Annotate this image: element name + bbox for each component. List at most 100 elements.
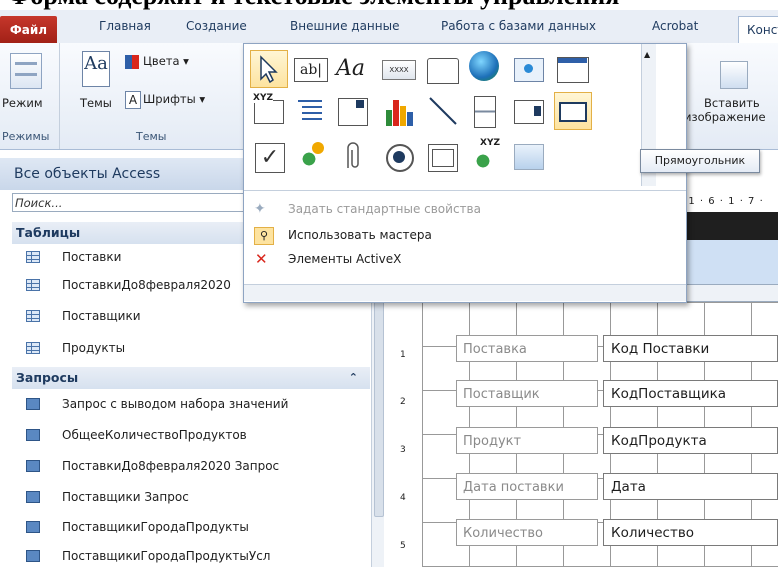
gallery-divider (244, 190, 686, 191)
option-button-icon[interactable] (380, 138, 418, 176)
nav-query-item[interactable]: ПоставкиДо8февраля2020 Запрос (12, 455, 370, 477)
toggle-button-icon[interactable] (466, 92, 504, 130)
insert-image-line1[interactable]: Вставить (704, 96, 760, 110)
nav-item-label: ПоставщикиГородаПродуктыУсл (62, 549, 271, 563)
field-label-product[interactable]: Продукт (456, 427, 598, 454)
caption-text: Форма содержит и текстовые элементы упра… (8, 0, 619, 10)
field-textbox-supplier-id[interactable]: КодПоставщика (603, 380, 778, 407)
image-control-icon[interactable] (510, 138, 548, 176)
menu-use-wizards[interactable]: Использовать мастера (288, 224, 432, 246)
web-browser-control-icon[interactable] (510, 50, 548, 88)
menu-activex-controls[interactable]: Элементы ActiveX (288, 248, 401, 270)
modes-group-label: Режимы (2, 130, 50, 143)
label-glyph: Aa (336, 56, 366, 81)
scrollbar-thumb[interactable] (374, 290, 384, 517)
rectangle-control-icon[interactable] (554, 92, 592, 130)
tab-acrobat[interactable]: Acrobat (652, 19, 698, 33)
wizard-icon: ⚲ (254, 227, 274, 245)
field-label-supply-date[interactable]: Дата поставки (456, 473, 598, 500)
combo-box-icon[interactable] (334, 92, 372, 130)
fonts-icon: A (125, 91, 141, 109)
tab-home[interactable]: Главная (99, 19, 151, 33)
field-textbox-supply-id[interactable]: Код Поставки (603, 335, 778, 362)
controls-gallery: ab| Aa XXXX XYZ ✓ XYZ ▲ ✦ Задать стандар… (243, 43, 687, 303)
table-icon (26, 310, 40, 322)
page-break-icon[interactable] (292, 92, 330, 130)
ruler-mark: 1 (400, 350, 406, 360)
ruler-mark: 4 (400, 493, 406, 503)
nav-query-item[interactable]: ПоставщикиГородаПродукты (12, 516, 370, 538)
attachment-paperclip-icon[interactable] (334, 138, 372, 176)
line-control-icon[interactable] (424, 92, 462, 130)
nav-query-item[interactable]: Поставщики Запрос (12, 486, 370, 508)
table-icon (26, 342, 40, 354)
left-ruler: 1 2 3 4 5 (398, 300, 423, 567)
nav-query-item[interactable]: Запрос с выводом набора значений (12, 393, 370, 415)
nav-query-item[interactable]: ПоставщикиГородаПродуктыУсл (12, 545, 370, 567)
query-icon (26, 521, 40, 533)
nav-item-label: Поставки (62, 250, 122, 264)
table-icon (26, 279, 40, 291)
subform-control-icon[interactable] (424, 138, 462, 176)
insert-image-icon[interactable] (720, 61, 748, 89)
field-textbox-date[interactable]: Дата (603, 473, 778, 500)
field-label-supplier[interactable]: Поставщик (456, 380, 598, 407)
tab-file[interactable]: Файл (0, 16, 57, 44)
themes-button[interactable]: Темы (80, 96, 112, 110)
tab-external-data[interactable]: Внешние данные (290, 19, 399, 33)
colors-button[interactable]: Цвета ▾ (143, 54, 189, 68)
nav-search-input[interactable]: Поиск... (12, 193, 247, 212)
scroll-up-icon[interactable]: ▲ (644, 50, 650, 59)
fonts-button[interactable]: Шрифты ▾ (143, 92, 205, 106)
checkbox-control-icon[interactable]: ✓ (250, 138, 288, 176)
tab-create[interactable]: Создание (186, 19, 247, 33)
option-group-icon[interactable]: XYZ (250, 92, 288, 130)
unbound-object-frame-icon[interactable] (292, 138, 330, 176)
nav-table-item[interactable]: Поставщики (12, 305, 370, 327)
button-glyph: XXXX (382, 60, 416, 80)
query-icon (26, 460, 40, 472)
themes-icon[interactable]: Aa (82, 51, 110, 87)
field-label-supply[interactable]: Поставка (456, 335, 598, 362)
tab-design[interactable]: Констр (738, 16, 778, 45)
nav-item-label: ПоставкиДо8февраля2020 (62, 278, 231, 292)
ruler-mark: 2 (400, 397, 406, 407)
colors-icon (125, 55, 139, 69)
hyperlink-globe-icon[interactable] (466, 48, 504, 86)
navigation-control-icon[interactable] (554, 50, 592, 88)
label-control-icon[interactable]: Aa (334, 50, 372, 88)
nav-section-queries[interactable]: Запросы ⌃ (12, 367, 370, 389)
list-box-icon[interactable] (510, 92, 548, 130)
nav-item-label: ПоставщикиГородаПродукты (62, 520, 249, 534)
query-icon (26, 398, 40, 410)
tab-control-icon[interactable] (424, 50, 462, 88)
collapse-chevron-icon[interactable]: ⌃ (349, 367, 358, 389)
view-mode-button[interactable]: Режим (2, 96, 43, 110)
field-textbox-quantity[interactable]: Количество (603, 519, 778, 546)
group-divider (59, 43, 60, 149)
bound-object-glyph: XYZ (480, 138, 500, 148)
field-label-quantity[interactable]: Количество (456, 519, 598, 546)
insert-image-line2[interactable]: изображение (684, 110, 766, 124)
nav-query-item[interactable]: ОбщееКоличествоПродуктов (12, 424, 370, 446)
activex-icon: ✕ (255, 250, 268, 268)
nav-item-label: ОбщееКоличествоПродуктов (62, 428, 247, 442)
bound-object-frame-icon[interactable]: XYZ (466, 138, 504, 176)
rectangle-tooltip: Прямоугольник (640, 149, 760, 173)
view-mode-icon[interactable] (10, 53, 42, 89)
query-icon (26, 550, 40, 562)
gallery-footer (244, 284, 686, 301)
menu-set-default-properties: Задать стандартные свойства (288, 202, 481, 216)
nav-item-label: Продукты (62, 341, 126, 355)
tab-database-tools[interactable]: Работа с базами данных (441, 19, 596, 33)
nav-table-item[interactable]: Продукты (12, 337, 370, 359)
ribbon-tabbar: Файл Главная Создание Внешние данные Раб… (0, 10, 778, 45)
nav-item-label: Поставщики Запрос (62, 490, 189, 504)
textbox-control-icon[interactable]: ab| (292, 50, 330, 88)
select-pointer-icon[interactable] (250, 50, 288, 88)
chart-control-icon[interactable] (380, 92, 418, 130)
table-icon (26, 251, 40, 263)
ruler-top-marks: · 1 · 6 · 1 · 7 · (680, 196, 764, 207)
field-textbox-product-id[interactable]: КодПродукта (603, 427, 778, 454)
button-control-icon[interactable]: XXXX (380, 50, 418, 88)
